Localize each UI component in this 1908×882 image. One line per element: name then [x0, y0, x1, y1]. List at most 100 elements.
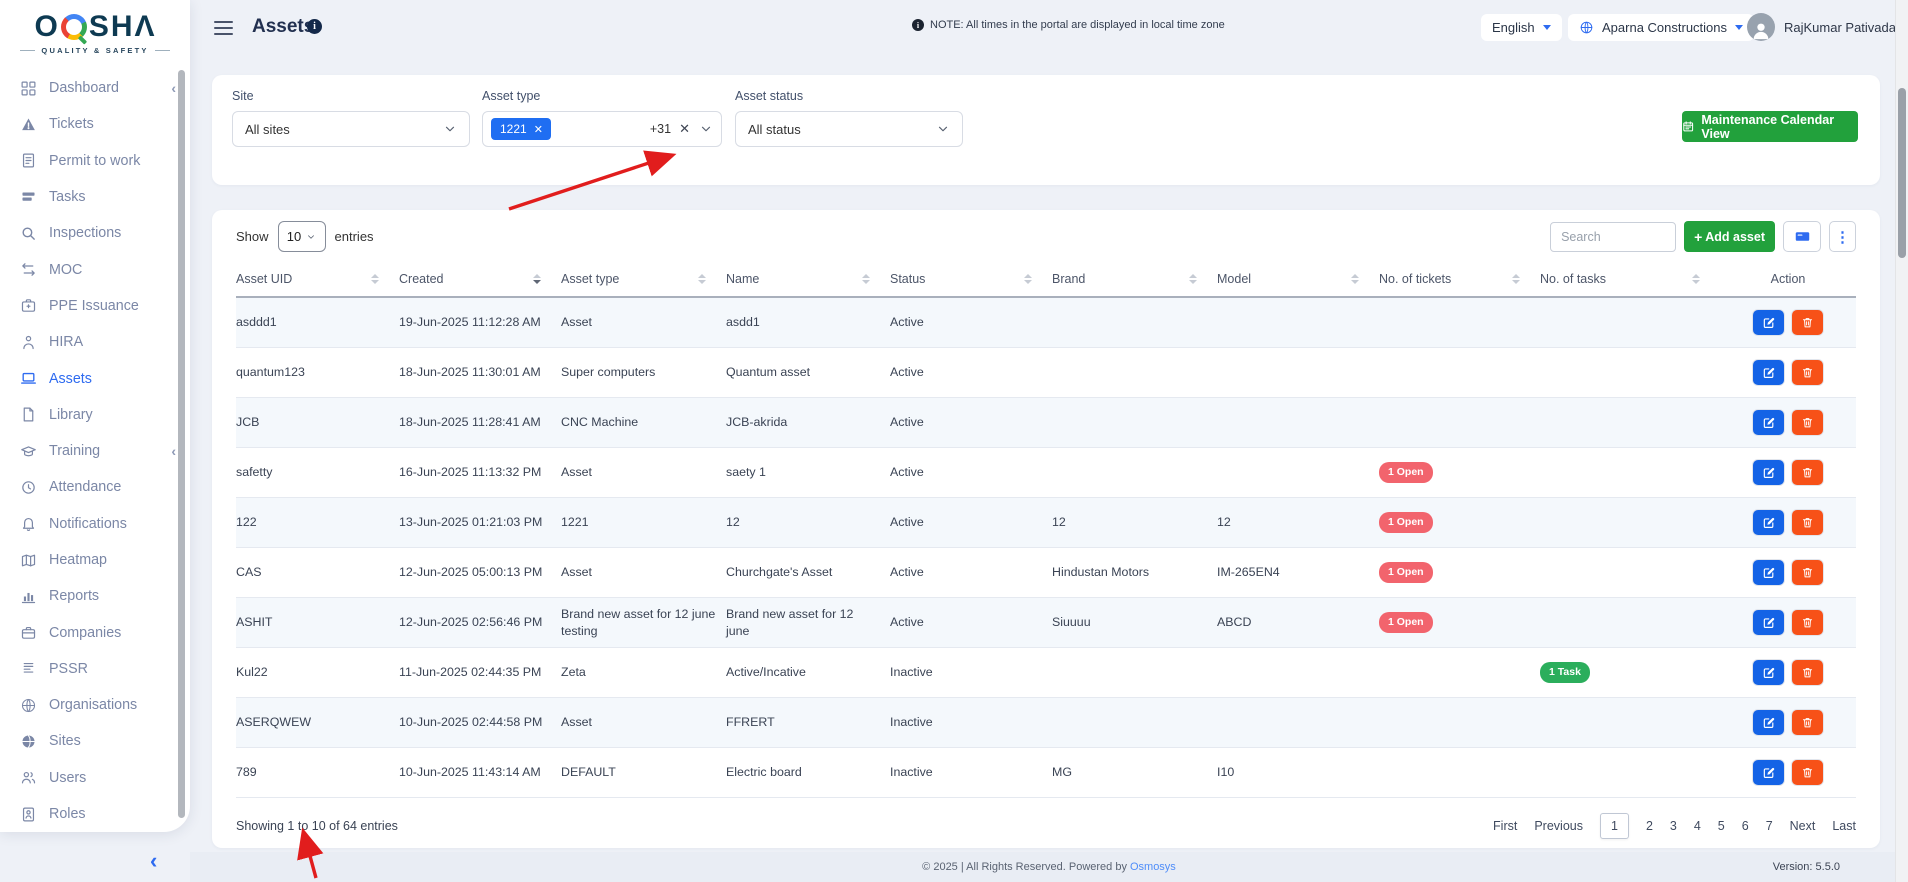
- sort-arrows-icon[interactable]: [1512, 274, 1520, 284]
- sidebar-item-heatmap[interactable]: Heatmap: [0, 542, 190, 578]
- column-header-label: Created: [399, 272, 443, 286]
- cell-uid: JCB: [236, 398, 399, 447]
- delete-button[interactable]: [1792, 560, 1823, 585]
- search-input[interactable]: [1550, 222, 1676, 252]
- page-scrollbar[interactable]: [1895, 0, 1908, 882]
- tagline-text: QUALITY & SAFETY: [41, 46, 148, 55]
- sidebar-item-training[interactable]: Training‹: [0, 433, 190, 469]
- column-header-model[interactable]: Model: [1217, 262, 1379, 296]
- sidebar-collapse-button[interactable]: ‹: [150, 848, 157, 874]
- sort-arrows-icon[interactable]: [862, 274, 870, 284]
- edit-button[interactable]: [1753, 360, 1784, 385]
- sort-arrows-icon[interactable]: [1024, 274, 1032, 284]
- pagination-page-7[interactable]: 7: [1766, 819, 1773, 833]
- site-filter-select[interactable]: All sites: [232, 111, 470, 147]
- sidebar-item-dashboard[interactable]: Dashboard‹: [0, 70, 190, 106]
- sort-arrows-icon[interactable]: [371, 274, 379, 284]
- edit-button[interactable]: [1753, 560, 1784, 585]
- maintenance-calendar-view-button[interactable]: Maintenance Calendar View: [1682, 111, 1858, 142]
- sort-arrows-icon[interactable]: [698, 274, 706, 284]
- pagination-previous[interactable]: Previous: [1534, 819, 1583, 833]
- sort-arrows-icon[interactable]: [533, 274, 541, 284]
- column-header-asset-type[interactable]: Asset type: [561, 262, 726, 296]
- sidebar-item-sites[interactable]: Sites: [0, 723, 190, 759]
- column-header-label: No. of tasks: [1540, 272, 1606, 286]
- delete-button[interactable]: [1792, 610, 1823, 635]
- column-header-status[interactable]: Status: [890, 262, 1052, 296]
- pagination-page-1[interactable]: 1: [1600, 813, 1629, 839]
- asset-status-filter-select[interactable]: All status: [735, 111, 963, 147]
- pagination-page-5[interactable]: 5: [1718, 819, 1725, 833]
- sidebar-item-companies[interactable]: Companies: [0, 614, 190, 650]
- edit-button[interactable]: [1753, 460, 1784, 485]
- delete-button[interactable]: [1792, 660, 1823, 685]
- sidebar-item-inspections[interactable]: Inspections: [0, 215, 190, 251]
- pagination-page-2[interactable]: 2: [1646, 819, 1653, 833]
- language-selector[interactable]: English: [1481, 14, 1562, 41]
- column-header-brand[interactable]: Brand: [1052, 262, 1217, 296]
- edit-button[interactable]: [1753, 510, 1784, 535]
- edit-button[interactable]: [1753, 660, 1784, 685]
- sidebar-item-reports[interactable]: Reports: [0, 578, 190, 614]
- pagination-next[interactable]: Next: [1790, 819, 1816, 833]
- organisation-selector[interactable]: Aparna Constructions: [1568, 14, 1754, 41]
- add-asset-button[interactable]: + Add asset: [1684, 221, 1775, 252]
- title-info-icon[interactable]: i: [307, 19, 322, 34]
- logo-letter: S: [89, 12, 110, 42]
- sidebar-item-moc[interactable]: MOC: [0, 251, 190, 287]
- sidebar-item-tasks[interactable]: Tasks: [0, 179, 190, 215]
- hamburger-menu-icon[interactable]: [214, 21, 233, 39]
- osmosys-link[interactable]: Osmosys: [1130, 861, 1176, 873]
- delete-button[interactable]: [1792, 510, 1823, 535]
- pagination-page-3[interactable]: 3: [1670, 819, 1677, 833]
- card-view-toggle-button[interactable]: [1783, 221, 1821, 252]
- delete-button[interactable]: [1792, 410, 1823, 435]
- pagination-page-6[interactable]: 6: [1742, 819, 1749, 833]
- column-header-no-of-tasks[interactable]: No. of tasks: [1540, 262, 1720, 296]
- logo: OSHΛ QUALITY & SAFETY: [0, 0, 190, 70]
- sidebar-item-library[interactable]: Library: [0, 397, 190, 433]
- sort-arrows-icon[interactable]: [1189, 274, 1197, 284]
- asset-status-filter-label: Asset status: [735, 89, 803, 103]
- pagination-last[interactable]: Last: [1832, 819, 1856, 833]
- edit-button[interactable]: [1753, 710, 1784, 735]
- edit-button[interactable]: [1753, 310, 1784, 335]
- delete-button[interactable]: [1792, 460, 1823, 485]
- kebab-menu-button[interactable]: ⋮: [1829, 221, 1856, 252]
- delete-button[interactable]: [1792, 710, 1823, 735]
- sort-arrows-icon[interactable]: [1351, 274, 1359, 284]
- pagination-page-4[interactable]: 4: [1694, 819, 1701, 833]
- sidebar-item-assets[interactable]: Assets: [0, 360, 190, 396]
- user-avatar[interactable]: [1747, 13, 1775, 41]
- sidebar-item-ppe-issuance[interactable]: PPE Issuance: [0, 288, 190, 324]
- sidebar-item-notifications[interactable]: Notifications: [0, 506, 190, 542]
- page-scrollbar-thumb[interactable]: [1898, 88, 1906, 258]
- column-header-asset-uid[interactable]: Asset UID: [236, 262, 399, 296]
- asset-type-filter-select[interactable]: 1221 ✕ +31 ✕: [482, 111, 722, 147]
- sidebar-item-tickets[interactable]: Tickets: [0, 106, 190, 142]
- column-header-no-of-tickets[interactable]: No. of tickets: [1379, 262, 1540, 296]
- sort-arrows-icon[interactable]: [1692, 274, 1700, 284]
- column-header-name[interactable]: Name: [726, 262, 890, 296]
- edit-button[interactable]: [1753, 410, 1784, 435]
- delete-button[interactable]: [1792, 360, 1823, 385]
- chip-remove-icon[interactable]: ✕: [534, 123, 543, 136]
- sidebar-item-roles[interactable]: Roles: [0, 796, 190, 832]
- table-row: quantum12318-Jun-2025 11:30:01 AMSuper c…: [236, 348, 1856, 398]
- sidebar-scrollbar-thumb[interactable]: [178, 70, 185, 818]
- page-size-select[interactable]: 10: [278, 221, 326, 252]
- edit-button[interactable]: [1753, 610, 1784, 635]
- edit-button[interactable]: [1753, 760, 1784, 785]
- sidebar-item-users[interactable]: Users: [0, 760, 190, 796]
- sidebar-item-organisations[interactable]: Organisations: [0, 687, 190, 723]
- sidebar-item-permit-to-work[interactable]: Permit to work: [0, 143, 190, 179]
- sidebar-item-hira[interactable]: HIRA: [0, 324, 190, 360]
- table-row: ASHIT12-Jun-2025 02:56:46 PMBrand new as…: [236, 598, 1856, 648]
- delete-button[interactable]: [1792, 310, 1823, 335]
- column-header-created[interactable]: Created: [399, 262, 561, 296]
- clear-filter-icon[interactable]: ✕: [679, 121, 690, 137]
- pagination-first[interactable]: First: [1493, 819, 1517, 833]
- sidebar-item-attendance[interactable]: Attendance: [0, 469, 190, 505]
- sidebar-item-pssr[interactable]: PSSR: [0, 651, 190, 687]
- delete-button[interactable]: [1792, 760, 1823, 785]
